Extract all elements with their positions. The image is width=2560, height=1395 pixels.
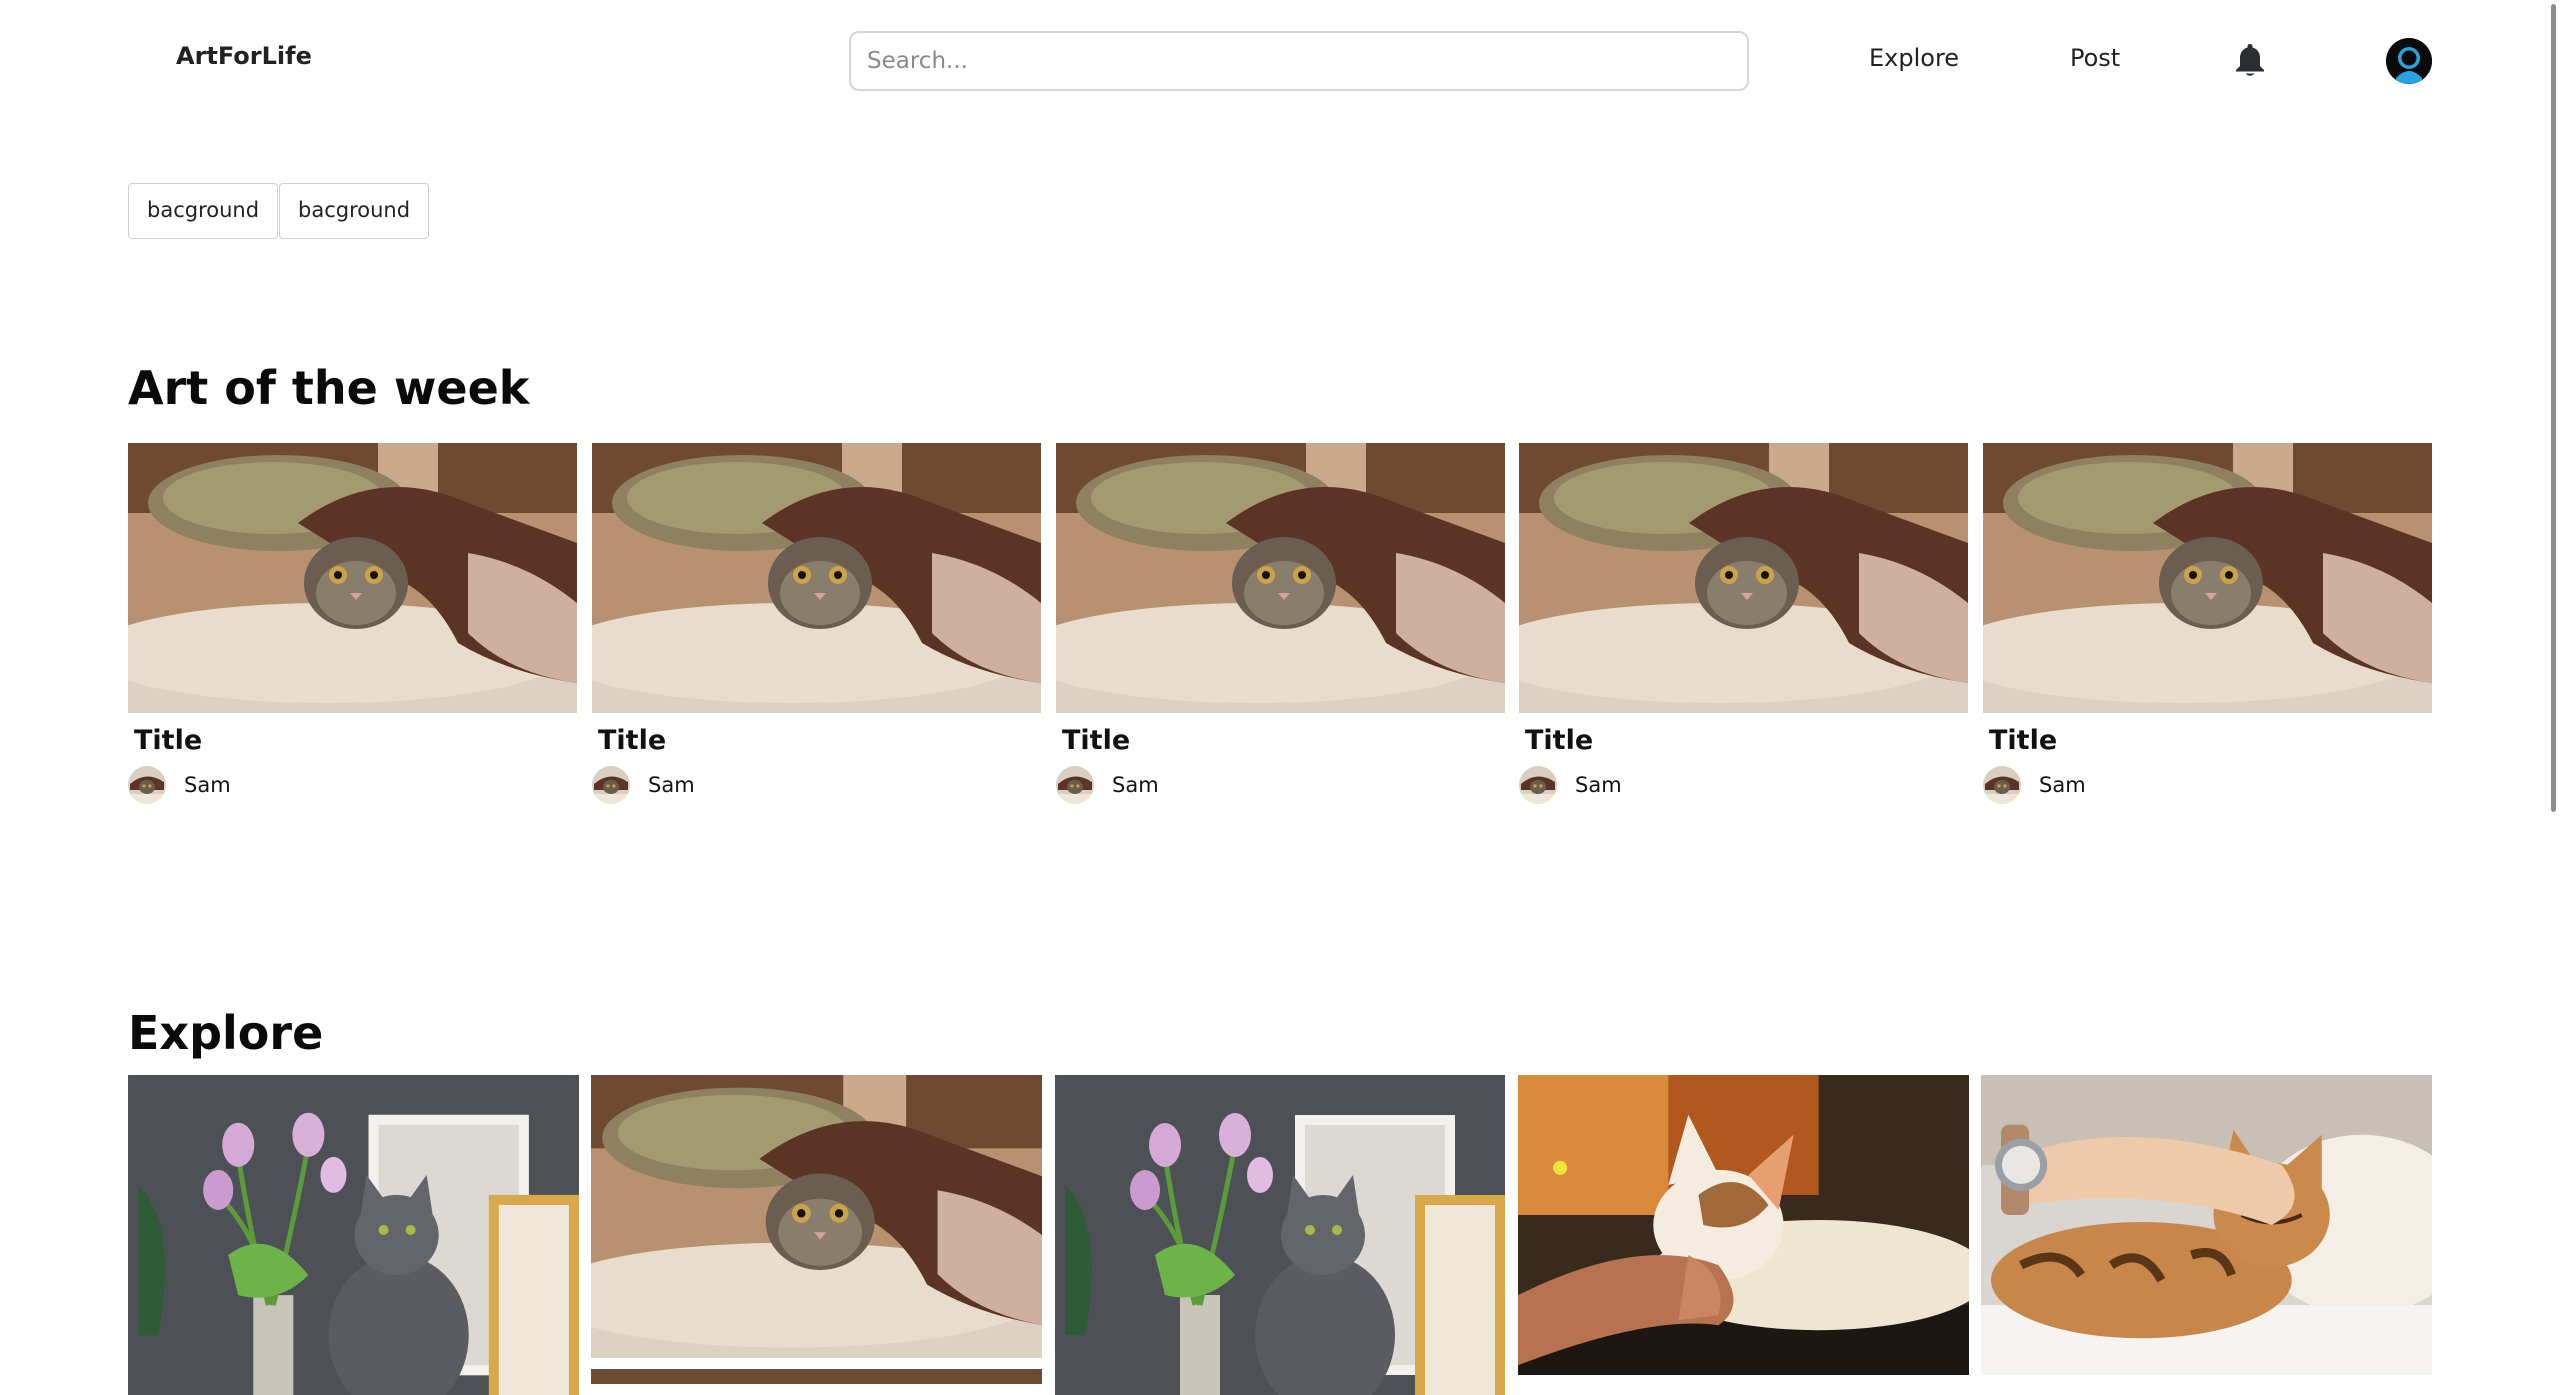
art-card-title: Title: [598, 725, 667, 756]
author-name: Sam: [1112, 773, 1159, 797]
explore-tile-tulips-cat[interactable]: [1055, 1075, 1505, 1395]
art-card-title: Title: [1525, 725, 1594, 756]
app-logo[interactable]: ArtForLife: [176, 42, 312, 70]
tag-chip[interactable]: bacground: [128, 183, 279, 239]
section-title-art-of-week: Art of the week: [128, 361, 530, 415]
art-card-image[interactable]: [1519, 443, 1968, 713]
art-card-author[interactable]: Sam: [1519, 766, 1968, 804]
author-avatar: [1983, 766, 2021, 804]
art-card[interactable]: Title Sam: [1983, 443, 2432, 804]
art-card-author[interactable]: Sam: [1056, 766, 1505, 804]
author-avatar: [1519, 766, 1557, 804]
search-input[interactable]: [849, 31, 1749, 91]
explore-tile-blanket-cat[interactable]: [591, 1075, 1042, 1358]
explore-tile-tulips-cat[interactable]: [128, 1075, 579, 1395]
explore-tile-blanket-cat[interactable]: [591, 1369, 1042, 1384]
art-card-image[interactable]: [1056, 443, 1505, 713]
author-name: Sam: [648, 773, 695, 797]
bell-icon[interactable]: [2234, 42, 2266, 78]
art-card-title: Title: [1062, 725, 1131, 756]
art-card-author[interactable]: Sam: [128, 766, 577, 804]
art-card-image[interactable]: [128, 443, 577, 713]
scrollbar-thumb[interactable]: [2551, 4, 2556, 812]
author-avatar: [1056, 766, 1094, 804]
tag-chip[interactable]: bacground: [279, 183, 430, 239]
author-avatar: [592, 766, 630, 804]
art-card[interactable]: Title Sam: [128, 443, 577, 804]
user-avatar-icon[interactable]: [2386, 38, 2432, 84]
section-title-explore: Explore: [128, 1006, 324, 1060]
art-card-title: Title: [1989, 725, 2058, 756]
author-name: Sam: [2039, 773, 2086, 797]
art-card-image[interactable]: [1983, 443, 2432, 713]
art-card[interactable]: Title Sam: [592, 443, 1041, 804]
nav-post[interactable]: Post: [2070, 44, 2120, 72]
art-card-image[interactable]: [592, 443, 1041, 713]
art-card-title: Title: [134, 725, 203, 756]
art-card-author[interactable]: Sam: [1983, 766, 2432, 804]
explore-tile-bengal-cat[interactable]: [1981, 1075, 2432, 1375]
author-avatar: [128, 766, 166, 804]
explore-tile-hand-petting-cat[interactable]: [1518, 1075, 1969, 1375]
nav-explore[interactable]: Explore: [1869, 44, 1959, 72]
art-card[interactable]: Title Sam: [1519, 443, 1968, 804]
art-card-author[interactable]: Sam: [592, 766, 1041, 804]
author-name: Sam: [1575, 773, 1622, 797]
art-card[interactable]: Title Sam: [1056, 443, 1505, 804]
author-name: Sam: [184, 773, 231, 797]
